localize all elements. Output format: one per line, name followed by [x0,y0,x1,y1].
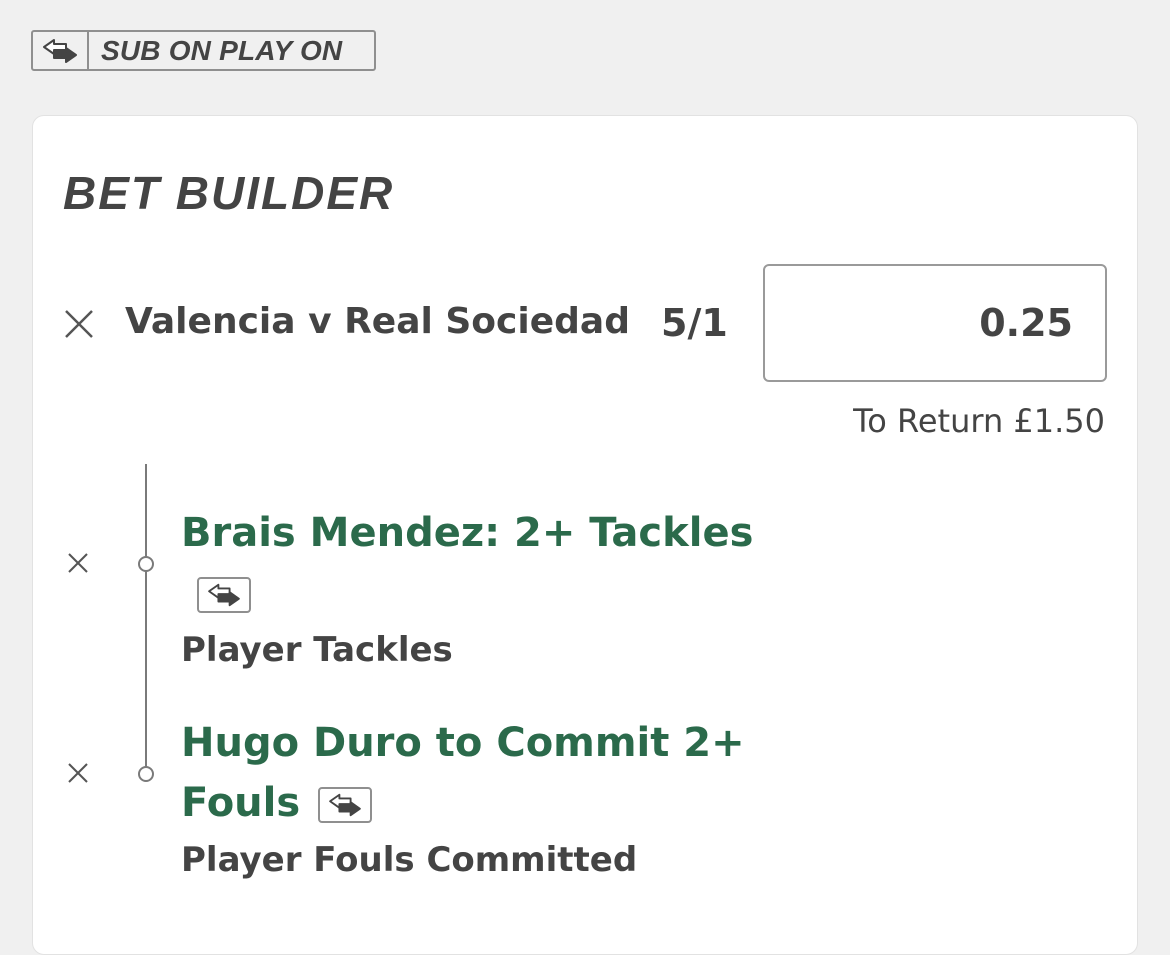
match-name: Valencia v Real Sociedad [125,301,630,342]
odds: 5/1 [661,301,728,345]
leg-selection: Brais Mendez: 2+ Tackles [181,503,753,623]
sub-on-icon [33,32,89,69]
remove-leg-close-icon[interactable] [66,761,90,785]
sub-on-icon [318,787,373,823]
leg-selection-text: Fouls [181,780,301,826]
leg-market: Player Fouls Committed [181,840,638,880]
leg-selection-text: Hugo Duro to Commit 2+ [181,720,745,766]
remove-leg-close-icon[interactable] [66,551,90,575]
stake-input[interactable] [763,264,1107,382]
leg-market: Player Tackles [181,630,453,670]
leg-selection-text: Brais Mendez: 2+ Tackles [181,510,754,556]
timeline-node [138,766,154,782]
sub-on-icon [197,577,251,613]
to-return: To Return £1.50 [853,402,1105,440]
timeline-node [138,556,154,572]
legs-timeline [145,464,147,774]
sub-badge-label: SUB ON PLAY ON [101,34,343,66]
remove-bet-close-icon[interactable] [63,308,95,340]
sub-on-play-on-badge[interactable]: SUB ON PLAY ON [31,30,376,71]
leg-selection: Hugo Duro to Commit 2+ Fouls [181,713,745,833]
bet-builder-card: BET BUILDER Valencia v Real Sociedad 5/1… [32,115,1138,955]
bet-builder-title: BET BUILDER [63,167,395,219]
